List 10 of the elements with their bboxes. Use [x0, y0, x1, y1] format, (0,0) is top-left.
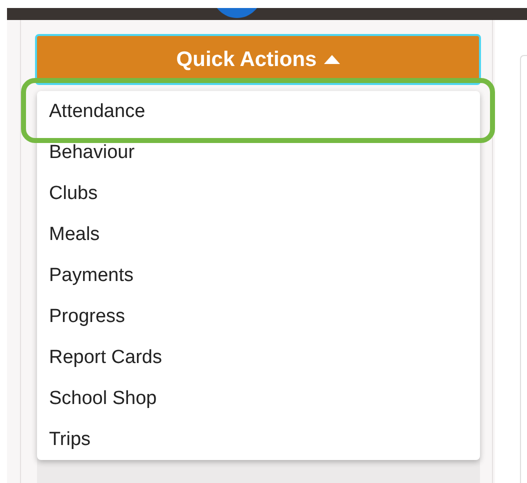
- caret-up-icon: [324, 55, 340, 64]
- menu-item[interactable]: Behaviour: [37, 132, 480, 173]
- menu-item[interactable]: Attendance: [37, 91, 480, 132]
- menu-item[interactable]: Clubs: [37, 173, 480, 214]
- menu-item[interactable]: Report Cards: [37, 337, 480, 378]
- menu-item[interactable]: Meals: [37, 214, 480, 255]
- menu-item[interactable]: School Shop: [37, 378, 480, 419]
- menu-item[interactable]: Progress: [37, 296, 480, 337]
- menu-item[interactable]: Trips: [37, 419, 480, 460]
- menu-item[interactable]: Payments: [37, 255, 480, 296]
